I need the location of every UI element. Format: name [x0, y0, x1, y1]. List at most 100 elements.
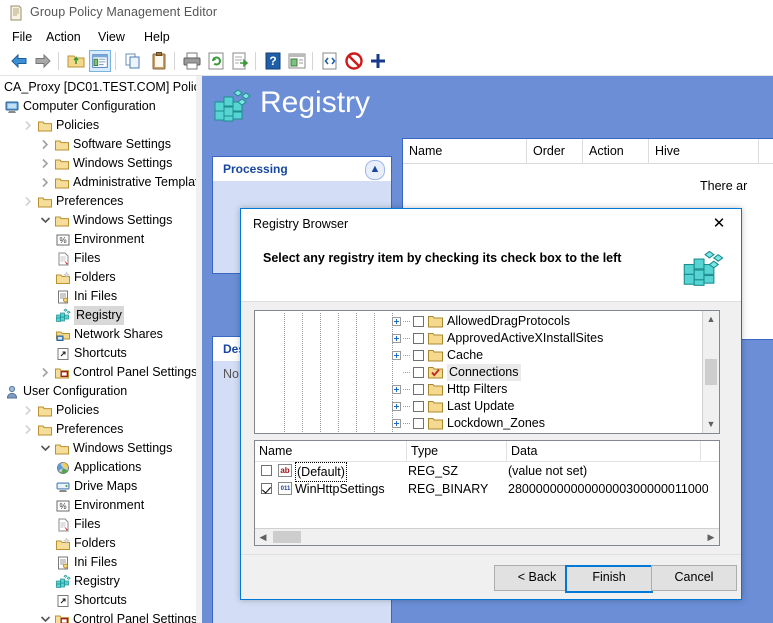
expand-plus-icon[interactable]: [392, 334, 401, 343]
console-tree-item[interactable]: Drive Maps: [0, 477, 196, 496]
chevron-right-icon[interactable]: [38, 173, 52, 192]
registry-item-checkbox[interactable]: [413, 350, 424, 361]
chevron-right-icon[interactable]: [38, 135, 52, 154]
console-tree-item[interactable]: Preferences: [0, 420, 196, 439]
registry-tree-item[interactable]: AllowedDragProtocols: [255, 313, 702, 330]
values-horizontal-scrollbar[interactable]: ◀ ▶: [255, 528, 719, 545]
chevron-down-icon[interactable]: [38, 610, 52, 623]
registry-value-checkbox[interactable]: [261, 483, 272, 494]
values-column-header-type[interactable]: Type: [407, 441, 507, 461]
expand-plus-icon[interactable]: [392, 419, 401, 428]
scroll-right-icon[interactable]: ▶: [703, 529, 719, 545]
column-header-order[interactable]: Order: [527, 139, 583, 163]
processing-panel-header[interactable]: Processing ▲: [213, 157, 391, 181]
console-tree-item[interactable]: Ini Files: [0, 287, 196, 306]
expand-plus-icon[interactable]: [392, 317, 401, 326]
console-tree-item[interactable]: Registry: [0, 306, 196, 325]
column-header-hive[interactable]: Hive: [649, 139, 759, 163]
registry-tree-item[interactable]: Connections: [255, 364, 702, 381]
disable-button[interactable]: [343, 50, 365, 72]
console-tree-item[interactable]: Shortcuts: [0, 344, 196, 363]
export-list-button[interactable]: [229, 50, 251, 72]
menu-view[interactable]: View: [93, 29, 130, 45]
paste-button[interactable]: [148, 50, 170, 72]
chevron-right-icon[interactable]: [21, 192, 35, 211]
registry-item-checkbox[interactable]: [413, 401, 424, 412]
console-tree-item[interactable]: Windows Settings: [0, 211, 196, 230]
chevron-down-icon[interactable]: [38, 211, 52, 230]
scroll-left-icon[interactable]: ◀: [255, 529, 271, 545]
chevron-right-icon[interactable]: [21, 116, 35, 135]
registry-tree-item[interactable]: Http Filters: [255, 381, 702, 398]
registry-item-checkbox[interactable]: [413, 418, 424, 429]
show-window-button[interactable]: [286, 50, 308, 72]
console-tree-item[interactable]: Network Shares: [0, 325, 196, 344]
console-tree-item[interactable]: Files: [0, 515, 196, 534]
console-tree-item[interactable]: Files: [0, 249, 196, 268]
expand-plus-icon[interactable]: [392, 351, 401, 360]
chevron-down-icon[interactable]: [38, 439, 52, 458]
console-tree-item[interactable]: Ini Files: [0, 553, 196, 572]
console-tree-item[interactable]: Control Panel Settings: [0, 610, 196, 623]
console-tree-item[interactable]: % Environment: [0, 496, 196, 515]
console-tree-item[interactable]: Folders: [0, 534, 196, 553]
console-tree-item[interactable]: Preferences: [0, 192, 196, 211]
registry-value-checkbox[interactable]: [261, 465, 272, 476]
tree-vertical-scrollbar[interactable]: ▲ ▼: [702, 311, 719, 433]
console-tree-item[interactable]: CA_Proxy [DC01.TEST.COM] Policy: [0, 78, 196, 97]
registry-item-checkbox[interactable]: [413, 316, 424, 327]
back-button[interactable]: [8, 50, 30, 72]
close-icon[interactable]: ✕: [697, 209, 741, 239]
console-tree-item[interactable]: Software Settings: [0, 135, 196, 154]
chevron-up-icon[interactable]: ▲: [365, 160, 385, 180]
console-tree-item[interactable]: User Configuration: [0, 382, 196, 401]
menu-help[interactable]: Help: [139, 29, 175, 45]
console-tree-item[interactable]: Control Panel Settings: [0, 363, 196, 382]
expand-plus-icon[interactable]: [392, 402, 401, 411]
console-tree-item[interactable]: Policies: [0, 401, 196, 420]
chevron-right-icon[interactable]: [21, 401, 35, 420]
console-tree-item[interactable]: Policies: [0, 116, 196, 135]
cancel-button[interactable]: Cancel: [651, 565, 737, 591]
console-tree-item[interactable]: Administrative Templates:: [0, 173, 196, 192]
registry-item-checkbox[interactable]: [413, 384, 424, 395]
registry-value-row[interactable]: 011 WinHttpSettings REG_BINARY 280000000000…: [255, 480, 719, 498]
registry-item-checkbox[interactable]: [413, 333, 424, 344]
help-button[interactable]: ?: [262, 50, 284, 72]
console-tree-item[interactable]: Windows Settings: [0, 154, 196, 173]
console-tree-item[interactable]: Applications: [0, 458, 196, 477]
chevron-right-icon[interactable]: [38, 154, 52, 173]
registry-tree-item[interactable]: ApprovedActiveXInstallSites: [255, 330, 702, 347]
registry-item-checkbox[interactable]: [413, 367, 424, 378]
copy-button[interactable]: [122, 50, 144, 72]
console-tree-item[interactable]: Shortcuts: [0, 591, 196, 610]
up-folder-button[interactable]: [65, 50, 87, 72]
values-column-header-data[interactable]: Data: [507, 441, 701, 461]
console-tree-item[interactable]: % Environment: [0, 230, 196, 249]
show-hide-console-tree-button[interactable]: [89, 50, 111, 72]
menu-action[interactable]: Action: [41, 29, 86, 45]
print-button[interactable]: [181, 50, 203, 72]
console-tree-item[interactable]: Folders: [0, 268, 196, 287]
console-tree-item[interactable]: Windows Settings: [0, 439, 196, 458]
scroll-down-icon[interactable]: ▼: [703, 416, 719, 433]
registry-key-tree[interactable]: AllowedDragProtocols ApprovedActiveXInsta…: [254, 310, 720, 434]
expand-plus-icon[interactable]: [392, 385, 401, 394]
forward-button[interactable]: [32, 50, 54, 72]
registry-tree-item[interactable]: Last Update: [255, 398, 702, 415]
console-tree[interactable]: CA_Proxy [DC01.TEST.COM] Policy Computer …: [0, 76, 196, 623]
column-header-name[interactable]: Name: [403, 139, 527, 163]
registry-value-row[interactable]: ab (Default) REG_SZ (value not set): [255, 462, 719, 482]
new-item-button[interactable]: [367, 50, 389, 72]
tree-scroll-thumb[interactable]: [705, 359, 717, 385]
values-column-header-name[interactable]: Name: [255, 441, 407, 461]
registry-tree-item[interactable]: Lockdown_Zones: [255, 415, 702, 432]
chevron-right-icon[interactable]: [38, 363, 52, 382]
scroll-up-icon[interactable]: ▲: [703, 311, 719, 328]
properties-button[interactable]: [319, 50, 341, 72]
refresh-button[interactable]: [205, 50, 227, 72]
console-tree-item[interactable]: Registry: [0, 572, 196, 591]
values-scroll-thumb[interactable]: [273, 531, 301, 543]
menu-file[interactable]: File: [7, 29, 37, 45]
console-tree-item[interactable]: Computer Configuration: [0, 97, 196, 116]
